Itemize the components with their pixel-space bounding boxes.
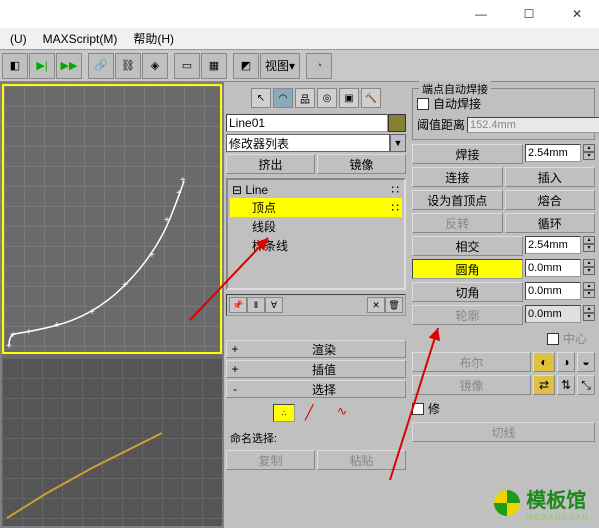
unlink-icon[interactable]: ⛓: [115, 53, 141, 79]
segment-subobj-icon[interactable]: ╱: [305, 404, 327, 422]
vertex-subobj-icon[interactable]: ∴: [273, 404, 295, 422]
bool-icon[interactable]: ◐: [533, 352, 555, 372]
window-titlebar: — ☐ ✕: [0, 0, 599, 28]
hierarchy-icon[interactable]: 品: [295, 88, 315, 108]
command-panel-tabs: ↖ ◠ 品 ◎ ▣ 🔨: [226, 84, 406, 112]
boolean-button: 布尔: [412, 352, 531, 372]
menu-help[interactable]: 帮助(H): [127, 28, 180, 49]
copy-button[interactable]: 复制: [226, 450, 315, 470]
display-icon[interactable]: ▣: [339, 88, 359, 108]
modify-panel: ↖ ◠ 品 ◎ ▣ 🔨 修改器列表 ▼ 挤出 镜像 ⊟ Line∷ 顶点∷ 线段…: [224, 82, 408, 528]
show-icon[interactable]: ∀: [265, 297, 283, 313]
dropdown-arrow-icon[interactable]: ▼: [390, 134, 406, 152]
tool-next-icon[interactable]: ▶|: [29, 53, 55, 79]
motion-icon[interactable]: ◎: [317, 88, 337, 108]
group-title: 端点自动焊接: [419, 81, 491, 97]
remove-icon[interactable]: 🗑: [385, 297, 403, 313]
hammer-icon[interactable]: 🔨: [361, 88, 381, 108]
close-button[interactable]: ✕: [563, 4, 591, 24]
spinner-icon[interactable]: ▴▾: [583, 305, 595, 325]
maximize-button[interactable]: ☐: [515, 4, 543, 24]
view-dropdown[interactable]: 视图 ▾: [260, 53, 300, 79]
select-icon[interactable]: ▭: [174, 53, 200, 79]
bind-icon[interactable]: ◈: [142, 53, 168, 79]
selection-icon[interactable]: ▦: [201, 53, 227, 79]
mirror-b-icon[interactable]: ⤡: [577, 375, 595, 395]
config-icon[interactable]: ✕: [367, 297, 385, 313]
chamfer-button[interactable]: 切角: [412, 282, 523, 302]
menu-maxscript[interactable]: MAXScript(M): [37, 30, 124, 48]
paste-button[interactable]: 粘贴: [317, 450, 406, 470]
main-toolbar: ◧ ▶| ▶▶ 🔗 ⛓ ◈ ▭ ▦ ◩ 视图 ▾ ◔: [0, 50, 599, 82]
stack-icon[interactable]: Ⅱ: [247, 297, 265, 313]
menu-bar: (U) MAXScript(M) 帮助(H): [0, 28, 599, 50]
trim-checkbox[interactable]: 修: [412, 398, 595, 419]
chamfer-field[interactable]: [525, 282, 581, 300]
minimize-button[interactable]: —: [467, 4, 495, 24]
link-icon[interactable]: 🔗: [88, 53, 114, 79]
geometry-rollout: 端点自动焊接 自动焊接 阈值距离 ▴▾ 焊接 ▴▾ 连接 插入 设为首顶点 熔合…: [408, 82, 599, 528]
modifier-list[interactable]: 修改器列表: [226, 134, 390, 152]
fillet-field[interactable]: [525, 259, 581, 277]
fuse-button[interactable]: 熔合: [505, 190, 596, 210]
tool-end-icon[interactable]: ▶▶: [56, 53, 82, 79]
rollout-select[interactable]: -选择: [226, 380, 406, 398]
watermark-logo-icon: [494, 490, 520, 516]
subobject-icons: ∴ ╱ ∿: [226, 404, 406, 422]
naming-label: 命名选择:: [226, 428, 406, 448]
pin-icon[interactable]: 📌: [229, 297, 247, 313]
tree-item-segment[interactable]: 线段: [230, 217, 402, 236]
object-color-swatch[interactable]: [388, 114, 406, 132]
bool-icon3[interactable]: ◒: [577, 352, 595, 372]
spline-subobj-icon[interactable]: ∿: [337, 404, 359, 422]
arrow-icon[interactable]: ↖: [251, 88, 271, 108]
outline-field[interactable]: [525, 305, 581, 323]
rollout-interpolate[interactable]: +插值: [226, 360, 406, 378]
spinner-icon[interactable]: ▴▾: [583, 144, 595, 164]
viewport-top[interactable]: + + + + + + + + + +: [2, 84, 222, 354]
extrude-button[interactable]: 挤出: [226, 154, 315, 174]
cycle-button[interactable]: 循环: [505, 213, 596, 233]
viewport-bottom[interactable]: [2, 358, 222, 526]
spinner-icon[interactable]: ▴▾: [583, 236, 595, 256]
handle-icon[interactable]: ∷: [391, 201, 400, 215]
mirror-h-icon[interactable]: ⇄: [533, 375, 555, 395]
cross-field[interactable]: [525, 236, 581, 254]
spinner-icon[interactable]: ▴▾: [583, 259, 595, 279]
cut-button: 切线: [412, 422, 595, 442]
connect-button[interactable]: 连接: [412, 167, 503, 187]
threshold-label: 阈值距离: [417, 116, 465, 133]
modifier-stack[interactable]: ⊟ Line∷ 顶点∷ 线段 样条线: [226, 178, 406, 290]
object-name-field[interactable]: [226, 114, 388, 132]
fillet-button[interactable]: 圆角: [412, 259, 523, 279]
weld-button[interactable]: 焊接: [412, 144, 523, 164]
weld-field[interactable]: [525, 144, 581, 162]
rollout-render[interactable]: +渲染: [226, 340, 406, 358]
cross-button[interactable]: 相交: [412, 236, 523, 256]
mirror-v-icon[interactable]: ⇅: [557, 375, 575, 395]
center-checkbox[interactable]: 中心: [410, 328, 597, 349]
make-first-button[interactable]: 设为首顶点: [412, 190, 503, 210]
watermark: 模板馆 MOBANGUAN: [494, 484, 589, 522]
mirror-button[interactable]: 镜像: [317, 154, 406, 174]
bool-icon2[interactable]: ◑: [557, 352, 575, 372]
menu-u[interactable]: (U): [4, 30, 33, 48]
tree-item-spline[interactable]: 样条线: [230, 236, 402, 255]
spline-curve: [4, 86, 228, 356]
insert-button[interactable]: 插入: [505, 167, 596, 187]
modify-tab-icon[interactable]: ◠: [273, 88, 293, 108]
outline-button: 轮廓: [412, 305, 523, 325]
end-weld-group: 端点自动焊接 自动焊接 阈值距离 ▴▾: [412, 88, 595, 140]
cube-icon[interactable]: ◩: [233, 53, 259, 79]
spinner-icon[interactable]: ▴▾: [583, 282, 595, 302]
reverse-button: 反转: [412, 213, 503, 233]
viewport-area[interactable]: + + + + + + + + + +: [0, 82, 224, 528]
spline-curve-persp: [2, 358, 226, 528]
tool-icon[interactable]: ◧: [2, 53, 28, 79]
threshold-field[interactable]: [467, 117, 599, 133]
stack-tools: 📌 Ⅱ ∀ ✕ 🗑: [226, 294, 406, 316]
mirror2-button: 镜像: [412, 375, 531, 395]
tree-item-vertex[interactable]: 顶点∷: [230, 198, 402, 217]
teapot-icon[interactable]: ◔: [306, 53, 332, 79]
